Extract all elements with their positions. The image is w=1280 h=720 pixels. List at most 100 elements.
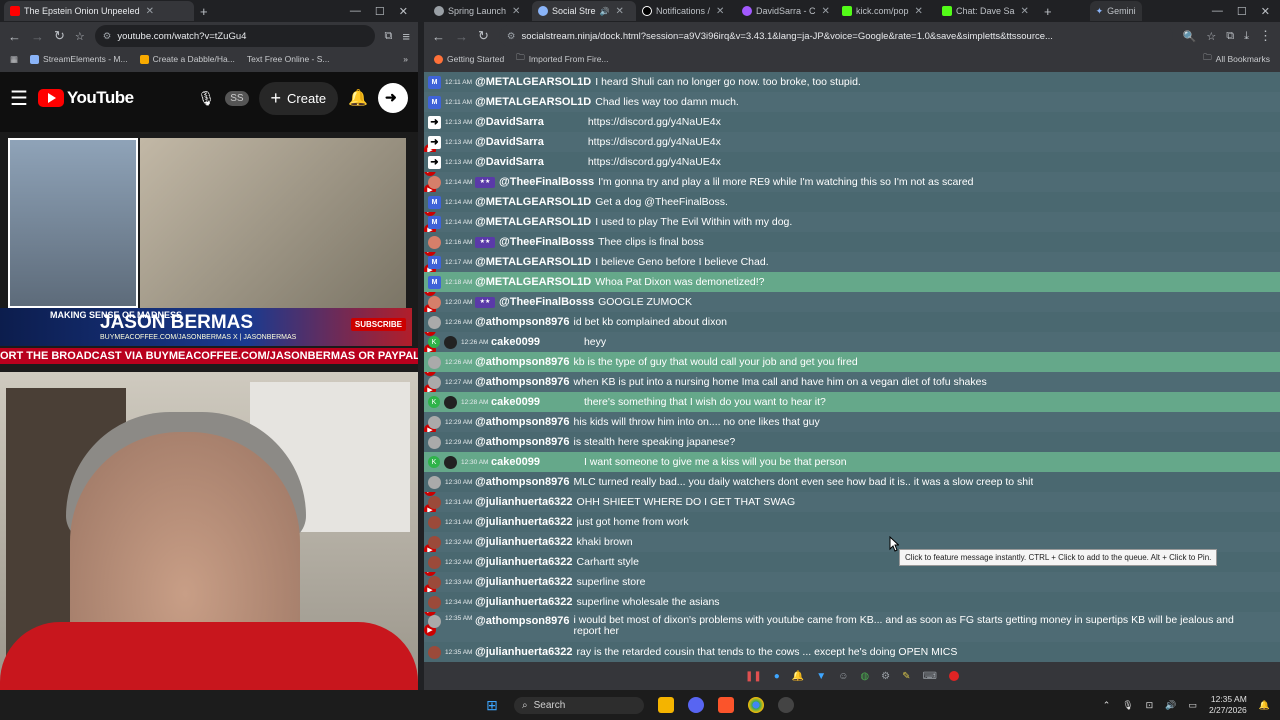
ss-extension-badge[interactable]: SS (225, 90, 249, 106)
tab-kick-chat[interactable]: Chat: Dave Sa ✕ (936, 1, 1036, 21)
zoom-icon[interactable]: 🔍 (1183, 30, 1197, 43)
bookmark-star-icon[interactable]: ☆ (1206, 30, 1216, 43)
record-icon[interactable] (948, 671, 959, 681)
forward-icon[interactable]: → (31, 29, 44, 44)
chat-message-row[interactable]: ▶➜12:13 AM@DavidSarrahttps://discord.gg/… (424, 152, 1280, 236)
close-tab-icon[interactable]: ✕ (822, 6, 830, 17)
emoji-icon[interactable]: ☺ (838, 671, 848, 682)
close-tab-icon[interactable]: ✕ (512, 6, 520, 17)
chat-bubble-icon[interactable]: ● (774, 671, 780, 682)
tab-spring-launch[interactable]: Spring Launch ✕ (428, 1, 532, 21)
tab-kick[interactable]: kick.com/pop ✕ (836, 1, 936, 21)
obs-app-icon[interactable] (778, 697, 794, 713)
pause-icon[interactable]: ❚❚ (745, 671, 762, 682)
close-tab-icon[interactable]: ✕ (915, 6, 923, 17)
back-icon[interactable]: ← (8, 29, 21, 44)
chat-message-row[interactable]: K 12:28 AM cake0099 there's something that … (424, 392, 1280, 412)
bookmark-item[interactable]: Getting Started (434, 54, 504, 64)
extensions-icon[interactable]: ⧉ (385, 30, 393, 43)
brave-browser-icon[interactable] (718, 697, 734, 713)
back-icon[interactable]: ← (432, 29, 445, 44)
chat-message-row[interactable]: ▶12:14 AM★★@TheeFinalBosssI'm gonna try … (424, 172, 1280, 256)
forward-icon[interactable]: → (455, 29, 468, 44)
chat-message-row[interactable]: ▶12:33 AM@julianhuerta6322superline stor… (424, 572, 1280, 656)
globe-icon[interactable]: ◍ (860, 671, 869, 682)
file-explorer-icon[interactable] (658, 697, 674, 713)
pen-icon[interactable]: ✎ (902, 671, 910, 682)
site-info-icon[interactable]: ⚙ (103, 31, 112, 42)
chat-message-row[interactable]: ▶12:35 AM@athompson8976i would bet most … (424, 612, 1280, 642)
chat-message-row[interactable]: ▶ M 12:14 AM @METALGEARSOL1D Get a dog @Thee… (424, 192, 1280, 276)
filter-icon[interactable]: ▼ (816, 671, 826, 682)
bell-icon[interactable]: 🔔 (792, 671, 804, 682)
close-tab-icon[interactable]: ✕ (716, 6, 724, 17)
network-icon[interactable]: ⊡ (1146, 700, 1154, 711)
new-tab-icon[interactable]: + (200, 4, 208, 19)
chrome-browser-icon[interactable] (748, 697, 764, 713)
address-bar[interactable]: ⚙ youtube.com/watch?v=tZuGu4 (94, 25, 375, 47)
close-tab-icon[interactable]: ✕ (146, 6, 154, 17)
chat-message-row[interactable]: ▶ 12:30 AM @athompson8976 MLC turned really… (424, 472, 1280, 556)
chat-message-row[interactable]: K 12:26 AM cake0099 heyy (424, 332, 1280, 352)
chat-message-row[interactable]: ▶ 12:16 AM ★★ @TheeFinalBosss Thee clips is … (424, 232, 1280, 316)
chat-message-row[interactable]: ▶ 12:29 AM @athompson8976 is stealth here s… (424, 432, 1280, 516)
address-bar[interactable]: ⚙ socialstream.ninja/dock.html?session=a… (498, 25, 1173, 47)
windows-start-icon[interactable]: ⊞ (484, 697, 500, 713)
chat-message-row[interactable]: ▶12:20 AM★★@TheeFinalBosssGOOGLE ZUMOCK (424, 292, 1280, 376)
site-info-icon[interactable]: ⚙ (507, 31, 516, 42)
reload-icon[interactable]: ↻ (54, 28, 65, 44)
chat-message-row[interactable]: ▶M12:14 AM@METALGEARSOL1DI used to play … (424, 212, 1280, 296)
chat-message-row[interactable]: ▶12:31 AM@julianhuerta6322OHH SHIEET WHE… (424, 492, 1280, 576)
download-icon[interactable]: ⤓ (1244, 30, 1249, 43)
chat-message-row[interactable]: ▶M12:17 AM@METALGEARSOL1DI believe Geno … (424, 252, 1280, 336)
notifications-icon[interactable]: 🔔 (1259, 700, 1270, 711)
tab-notifications[interactable]: Notifications / ✕ (636, 1, 736, 21)
menu-icon[interactable]: ≡ (402, 29, 410, 44)
discord-app-icon[interactable] (688, 697, 704, 713)
chat-message-row[interactable]: ▶ 12:31 AM @julianhuerta6322 just got home … (424, 512, 1280, 596)
account-avatar[interactable]: ➜ (378, 83, 408, 113)
chat-message-row[interactable]: ▶➜12:13 AM@DavidSarrahttps://discord.gg/… (424, 132, 1280, 216)
new-tab-icon[interactable]: + (1044, 4, 1052, 19)
chat-message-row[interactable]: ▶ M 12:18 AM @METALGEARSOL1D Whoa Pat Dixon … (424, 272, 1280, 356)
bookmark-item[interactable]: StreamElements - M... (30, 54, 128, 64)
chat-message-row[interactable]: ▶12:27 AM@athompson8976when KB is put in… (424, 372, 1280, 456)
chat-message-row[interactable]: K 12:30 AM cake0099 I want someone to give … (424, 452, 1280, 472)
tab-audio-icon[interactable]: 🔊 (600, 7, 610, 16)
close-tab-icon[interactable]: ✕ (1021, 6, 1029, 17)
chat-message-row[interactable]: ▶M12:11 AM@METALGEARSOL1DChad lies way t… (424, 92, 1280, 176)
chat-message-row[interactable]: ▶➜12:13 AM@DavidSarrahttps://discord.gg/… (424, 112, 1280, 196)
notifications-bell-icon[interactable]: 🔔 (348, 88, 368, 108)
reload-icon[interactable]: ↻ (478, 28, 489, 44)
battery-icon[interactable]: ▭ (1188, 700, 1197, 711)
all-bookmarks-folder[interactable]: 🗀 All Bookmarks (1203, 52, 1270, 66)
bookmark-star-icon[interactable]: ☆ (75, 30, 85, 43)
taskbar-clock[interactable]: 12:35 AM 2/27/2026 (1209, 694, 1247, 716)
bookmark-item[interactable]: Text Free Online - S... (247, 54, 330, 64)
hamburger-menu-icon[interactable]: ☰ (10, 86, 28, 111)
bookmarks-overflow-icon[interactable]: » (403, 54, 408, 64)
tab-gemini[interactable]: ✦ Gemini (1089, 1, 1142, 21)
chat-message-row[interactable]: ▶ 12:26 AM @athompson8976 kb is the type of… (424, 352, 1280, 436)
taskbar-search[interactable]: ⌕ Search (514, 696, 644, 714)
tray-overflow-icon[interactable]: ⌃ (1103, 700, 1111, 711)
apps-grid-icon[interactable]: ▦ (10, 54, 18, 65)
minimize-icon[interactable]: — (1212, 5, 1223, 18)
chat-message-row[interactable]: ▶ 12:26 AM @athompson8976 id bet kb complai… (424, 312, 1280, 396)
volume-icon[interactable]: 🔊 (1165, 700, 1176, 711)
close-window-icon[interactable]: ✕ (399, 5, 408, 18)
chat-message-row[interactable]: ▶12:35 AM@julianhuerta6322ray is the ret… (424, 642, 1280, 662)
tab-youtube-video[interactable]: The Epstein Onion Unpeeled ✕ (4, 1, 194, 21)
minimize-icon[interactable]: — (350, 5, 361, 18)
close-window-icon[interactable]: ✕ (1261, 5, 1270, 18)
bookmark-folder[interactable]: 🗀 Imported From Fire... (516, 52, 608, 66)
chat-message-row[interactable]: ▶12:34 AM@julianhuerta6322superline whol… (424, 592, 1280, 612)
create-button[interactable]: + Create (258, 81, 339, 115)
close-tab-icon[interactable]: ✕ (616, 6, 624, 17)
settings-icon[interactable]: ⚙ (881, 671, 890, 682)
bookmark-item[interactable]: Create a Dabble/Ha... (139, 54, 235, 64)
youtube-logo[interactable]: YouTube (37, 88, 134, 108)
subscribe-watermark[interactable]: SUBSCRIBE (350, 318, 406, 331)
extensions-icon[interactable]: ⧉ (1226, 30, 1234, 43)
chat-message-row[interactable]: ▶ M 12:11 AM @METALGEARSOL1D I heard Shuli c… (424, 72, 1280, 156)
